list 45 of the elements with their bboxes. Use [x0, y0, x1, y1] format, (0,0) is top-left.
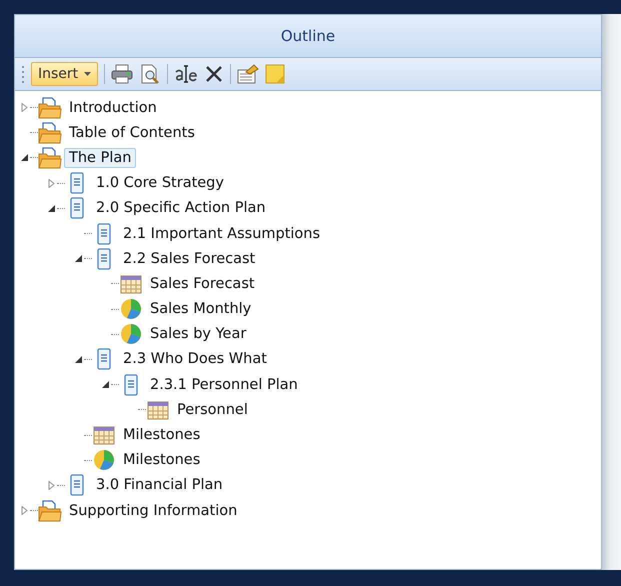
insert-button[interactable]: Insert [31, 62, 98, 86]
delete-icon[interactable] [204, 64, 224, 84]
table-icon [119, 272, 143, 295]
collapsed-arrow-icon[interactable] [20, 103, 29, 112]
expanded-arrow-icon[interactable] [74, 354, 83, 364]
tree-item[interactable]: 1.0 Core Strategy [91, 173, 229, 194]
tree-item[interactable]: Table of Contents [64, 122, 200, 143]
tree-item[interactable]: Personnel [172, 400, 253, 420]
print-icon[interactable] [111, 64, 134, 84]
tree-item[interactable]: 2.3.1 Personnel Plan [145, 374, 303, 395]
collapsed-arrow-icon[interactable] [47, 178, 56, 188]
table-icon [146, 398, 170, 421]
tree-item[interactable]: Sales Monthly [145, 299, 256, 320]
tree-item[interactable]: 3.0 Financial Plan [91, 475, 228, 496]
folder-icon [38, 96, 62, 119]
pie-chart-icon [119, 323, 143, 346]
print-preview-icon[interactable] [139, 64, 162, 84]
tree-item[interactable]: Sales Forecast [145, 274, 260, 294]
folder-icon [38, 146, 62, 169]
pie-chart-icon [92, 449, 116, 472]
tree-item[interactable]: Milestones [118, 425, 206, 446]
tree-item[interactable]: 2.3 Who Does What [118, 349, 272, 370]
tree-item[interactable]: 2.0 Specific Action Plan [91, 198, 271, 218]
tree-item[interactable]: Sales by Year [145, 324, 252, 344]
tree-item[interactable]: Introduction [64, 98, 162, 118]
rename-icon[interactable] [174, 64, 198, 84]
tree-item[interactable]: The Plan [64, 148, 136, 168]
properties-icon[interactable] [237, 64, 260, 84]
tree-item[interactable]: Milestones [118, 450, 206, 470]
panel-title: Outline [280, 27, 336, 45]
tree-item[interactable]: 2.2 Sales Forecast [118, 248, 260, 269]
table-icon [92, 424, 116, 446]
pie-chart-icon [119, 298, 143, 320]
tree-item[interactable]: 2.1 Important Assumptions [118, 224, 326, 244]
folder-icon [38, 122, 62, 144]
expanded-arrow-icon[interactable] [20, 153, 29, 162]
expanded-arrow-icon[interactable] [74, 254, 83, 264]
grip-icon[interactable] [21, 65, 25, 83]
folder-icon [38, 500, 62, 522]
tree-item[interactable]: Supporting Information [64, 500, 242, 521]
collapsed-arrow-icon[interactable] [20, 506, 29, 516]
caret-icon [84, 72, 92, 76]
expanded-arrow-icon[interactable] [47, 204, 56, 213]
expanded-arrow-icon[interactable] [101, 380, 110, 390]
collapsed-arrow-icon[interactable] [47, 480, 56, 490]
